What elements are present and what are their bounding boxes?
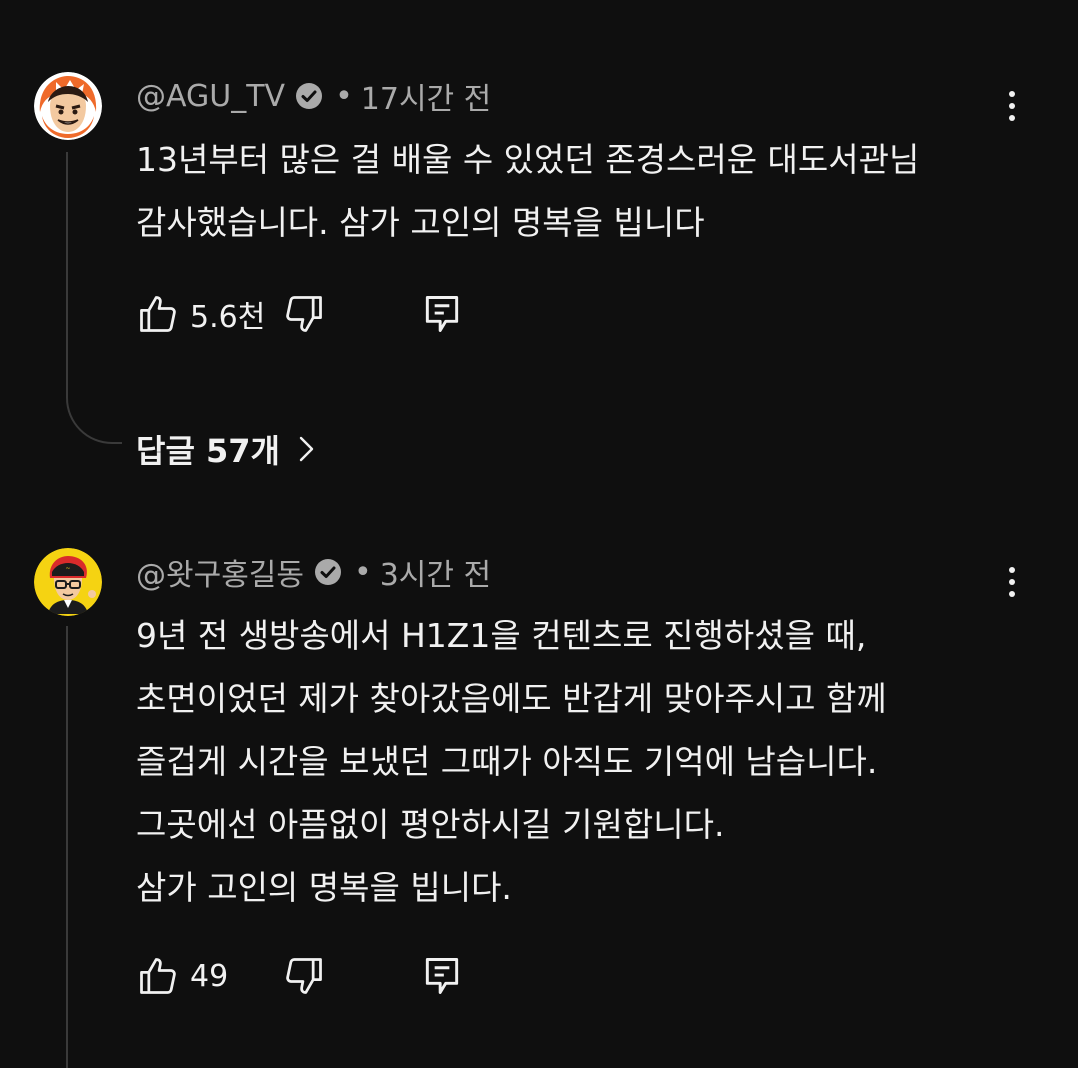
dislike-button[interactable]: [282, 954, 326, 998]
comment-text-line: 9년 전 생방송에서 H1Z1을 컨텐츠로 진행하셨을 때,: [136, 616, 867, 655]
thread-line: [66, 626, 68, 1068]
comment-text: 13년부터 많은 걸 배울 수 있었던 존경스러운 대도서관님 감사했습니다. …: [136, 128, 1036, 254]
comment-actions: 49: [136, 952, 464, 1000]
comment-text-line: 삼가 고인의 명복을 빕니다.: [136, 868, 512, 907]
more-options-button[interactable]: [996, 84, 1028, 128]
comment-text-line: 감사했습니다. 삼가 고인의 명복을 빕니다: [136, 203, 705, 242]
svg-text:~: ~: [65, 565, 70, 572]
comment-thread: @AGU_TV • 17시간 전 13년부터 많은 걸 배울 수 있었던 존경스…: [0, 0, 1078, 520]
comment-actions: 5.6천: [136, 290, 464, 338]
like-count: 5.6천: [190, 300, 266, 335]
comment-text-line: 초면이었던 제가 찾아갔음에도 반갑게 맞아주시고 함께: [136, 679, 887, 718]
comment-text-line: 13년부터 많은 걸 배울 수 있었던 존경스러운 대도서관님: [136, 140, 920, 179]
comment-text-line: 즐겁게 시간을 보냈던 그때가 아직도 기억에 남습니다.: [136, 742, 878, 781]
comment-timestamp[interactable]: 3시간 전: [380, 550, 491, 594]
comment-text-line: 그곳에선 아픔없이 평안하시길 기원합니다.: [136, 805, 725, 844]
reply-comment-icon: [425, 296, 459, 332]
chevron-right-icon: [299, 436, 314, 462]
cartoon-orange-hood-avatar-icon: [34, 72, 102, 140]
thread-line: [66, 152, 68, 388]
reply-button[interactable]: [420, 954, 464, 998]
comment-text: 9년 전 생방송에서 H1Z1을 컨텐츠로 진행하셨을 때, 초면이었던 제가 …: [136, 604, 1036, 919]
thumbs-down-icon: [286, 296, 322, 332]
like-count: 49: [190, 958, 229, 994]
thumbs-up-icon: [140, 958, 176, 994]
comment-thread: ~ @왓구홍길동 • 3시간 전 9년 전 생방송에서 H1Z1을 컨텐츠로 진…: [0, 520, 1078, 1068]
comment-header: @왓구홍길동 • 3시간 전: [136, 550, 491, 594]
more-options-button[interactable]: [996, 560, 1028, 604]
avatar[interactable]: [34, 72, 102, 140]
more-vertical-icon: [1009, 567, 1015, 573]
dislike-button[interactable]: [282, 292, 326, 336]
like-button[interactable]: [136, 292, 180, 336]
thread-connector: [66, 386, 122, 444]
separator-dot: •: [335, 78, 353, 114]
like-button[interactable]: [136, 954, 180, 998]
more-vertical-icon: [1009, 91, 1015, 97]
thumbs-down-icon: [286, 958, 322, 994]
replies-count-label: 답글 57개: [136, 432, 280, 470]
thumbs-up-icon: [140, 296, 176, 332]
author-handle[interactable]: @왓구홍길동: [136, 550, 304, 594]
comment-header: @AGU_TV • 17시간 전: [136, 74, 491, 118]
reply-button[interactable]: [420, 292, 464, 336]
comment-timestamp[interactable]: 17시간 전: [361, 74, 492, 118]
verified-check-icon: [296, 83, 323, 109]
author-handle[interactable]: @AGU_TV: [136, 79, 285, 114]
view-replies-button[interactable]: 답글 57개: [136, 424, 318, 474]
avatar[interactable]: ~: [34, 548, 102, 616]
verified-check-icon: [315, 559, 341, 585]
cartoon-red-hair-yellow-avatar-icon: ~: [34, 548, 102, 616]
reply-comment-icon: [425, 958, 459, 994]
separator-dot: •: [354, 554, 372, 590]
